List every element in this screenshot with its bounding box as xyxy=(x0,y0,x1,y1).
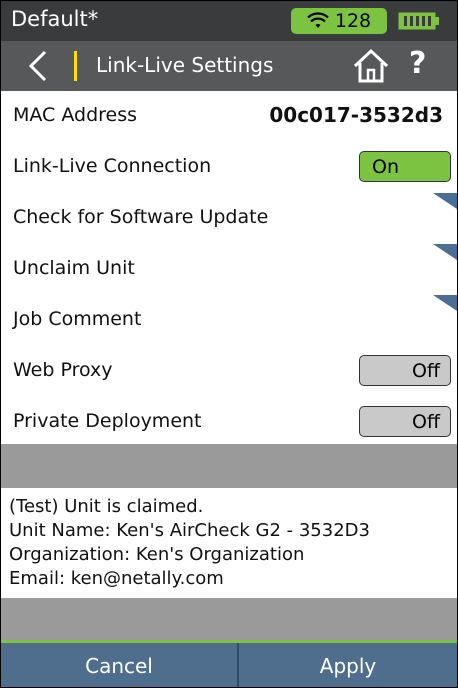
web-proxy-toggle[interactable]: Off xyxy=(359,355,451,386)
claim-info-panel: (Test) Unit is claimed. Unit Name: Ken's… xyxy=(1,488,457,598)
link-live-connection-toggle[interactable]: On xyxy=(359,151,451,182)
menu-corner-icon xyxy=(433,295,457,311)
job-comment-label: Job Comment xyxy=(13,308,142,330)
unclaim-unit-label: Unclaim Unit xyxy=(13,257,135,279)
button-bar: Cancel Apply xyxy=(1,643,457,687)
title-separator xyxy=(74,51,77,81)
unclaim-unit-row[interactable]: Unclaim Unit xyxy=(1,244,457,296)
organization-text: Organization: Ken's Organization xyxy=(9,544,305,565)
private-deployment-row: Private Deployment Off xyxy=(1,397,457,449)
link-live-connection-row: Link-Live Connection On xyxy=(1,142,457,194)
section-divider xyxy=(1,598,457,640)
menu-corner-icon xyxy=(433,193,457,209)
job-comment-row[interactable]: Job Comment xyxy=(1,295,457,347)
wifi-badge[interactable]: 128 xyxy=(291,8,387,34)
section-divider xyxy=(1,444,457,488)
link-live-connection-label: Link-Live Connection xyxy=(13,155,212,177)
mac-address-value: 00c017-3532d3 xyxy=(269,103,443,127)
apply-button[interactable]: Apply xyxy=(239,643,457,687)
wifi-icon xyxy=(307,12,329,28)
app-frame: Default* 128 Link-Live Settings ? MAC Ad… xyxy=(0,0,458,688)
page-title: Link-Live Settings xyxy=(96,53,274,77)
status-bar: Default* 128 xyxy=(1,1,457,41)
mac-address-row: MAC Address 00c017-3532d3 xyxy=(1,91,457,143)
cancel-button[interactable]: Cancel xyxy=(1,643,237,687)
check-software-update-row[interactable]: Check for Software Update xyxy=(1,193,457,245)
check-software-update-label: Check for Software Update xyxy=(13,206,269,228)
private-deployment-toggle[interactable]: Off xyxy=(359,406,451,437)
profile-name[interactable]: Default* xyxy=(11,7,98,31)
title-bar: Link-Live Settings ? xyxy=(1,41,457,91)
help-icon[interactable]: ? xyxy=(409,46,426,81)
wifi-count: 128 xyxy=(334,10,372,32)
claim-status-text: (Test) Unit is claimed. xyxy=(9,496,204,517)
web-proxy-row: Web Proxy Off xyxy=(1,346,457,398)
web-proxy-state: Off xyxy=(411,360,440,382)
unit-name-text: Unit Name: Ken's AirCheck G2 - 3532D3 xyxy=(9,520,370,541)
battery-icon[interactable] xyxy=(398,11,440,31)
link-live-connection-state: On xyxy=(372,156,399,178)
back-arrow-icon[interactable] xyxy=(23,49,53,83)
private-deployment-label: Private Deployment xyxy=(13,410,202,432)
private-deployment-state: Off xyxy=(411,411,440,433)
mac-address-label: MAC Address xyxy=(13,104,138,126)
home-icon[interactable] xyxy=(352,48,390,84)
menu-corner-icon xyxy=(433,244,457,260)
email-text: Email: ken@netally.com xyxy=(9,568,224,589)
web-proxy-label: Web Proxy xyxy=(13,359,113,381)
